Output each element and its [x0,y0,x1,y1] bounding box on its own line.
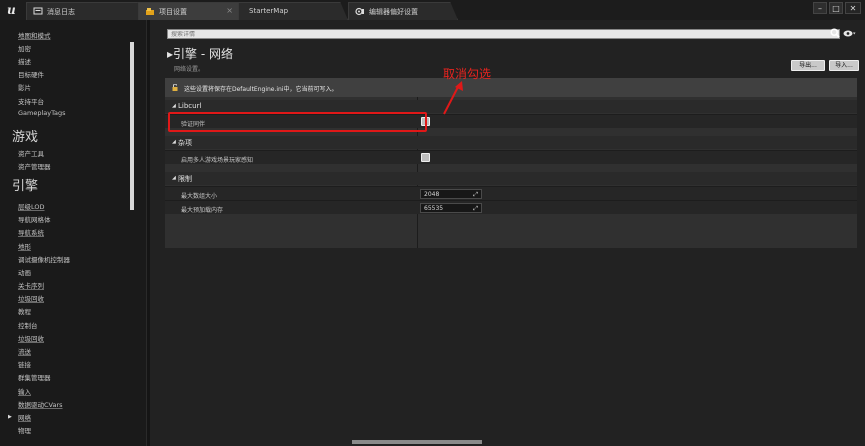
collapse-arrow-icon: ◢ [172,175,176,181]
sidebar-item-movies[interactable]: 影片 [18,82,31,92]
field-value: 2048 [424,191,440,198]
sidebar-section-game: 游戏 [12,130,39,145]
sidebar-section-engine: 引擎 [12,179,39,194]
section-label: 杂项 [178,139,192,147]
editor-preferences-icon [355,7,364,16]
sidebar-item-streaming[interactable]: 流送 [18,346,31,356]
prop-row-max-preload-memory: 最大预加载内存 65535 ⤢ [165,200,857,214]
sidebar-item-input[interactable]: 输入 [18,386,31,396]
close-window-button[interactable]: ✕ [845,2,861,14]
tab-editor-preferences[interactable]: 编辑器偏好设置 [348,2,458,20]
prop-row-max-array-size: 最大数组大小 2048 ⤢ [165,186,857,200]
page-title-text: 引擎 - 网络 [173,47,233,61]
sidebar-item-links[interactable]: 链接 [18,359,31,369]
sidebar-item-hlod[interactable]: 层级LOD [18,201,45,211]
page-subtitle: 网络设置。 [174,66,205,73]
sidebar-item-data-driven-cvars[interactable]: 数据驱动CVars [18,399,63,409]
horizontal-scrollbar[interactable] [352,440,482,444]
settings-sidebar: 地图和模式 加密 描述 目标硬件 影片 支持平台 GameplayTags 游戏… [0,20,147,446]
export-button[interactable]: 导出... [791,60,825,71]
sidebar-item-target-hardware[interactable]: 目标硬件 [18,69,44,79]
drag-handle-icon: ⤢ [473,205,478,212]
search-input[interactable] [168,30,839,39]
sidebar-item-maps-modes[interactable]: 地图和模式 [18,30,51,40]
sidebar-item-asset-tools[interactable]: 资产工具 [18,148,44,158]
sidebar-item-garbage-collection-b[interactable]: 垃圾回收 [18,333,44,343]
tab-message-log[interactable]: 消息日志 [26,2,146,20]
settings-content: 这些设置将保存在DefaultEngine.ini中，它当前可写入。 ◢ Lib… [165,78,857,248]
sidebar-item-nav-mesh[interactable]: 导航网格体 [18,214,51,224]
sidebar-item-garbage-collection-a[interactable]: 垃圾回收 [18,293,44,303]
maximize-button[interactable]: □ [829,2,843,14]
sidebar-item-animation[interactable]: 动画 [18,267,31,277]
title-bar: u 消息日志 项目设置 × StarterMap 编辑器偏好设置 – □ ✕ [0,0,865,20]
sidebar-item-physics[interactable]: 物理 [18,425,31,435]
sidebar-item-gameplay-tags[interactable]: GameplayTags [18,109,66,117]
section-label: Libcurl [178,102,202,110]
collapse-arrow-icon: ◢ [172,139,176,145]
section-label: 限制 [178,175,192,183]
sidebar-item-debug-camera[interactable]: 调试摄像机控制器 [18,254,70,264]
tab-starter-map[interactable]: StarterMap [238,2,348,20]
section-limits[interactable]: ◢ 限制 [165,172,857,185]
drag-handle-icon: ⤢ [473,191,478,198]
project-settings-icon [146,8,154,15]
sidebar-item-nav-system[interactable]: 导航系统 [18,227,44,237]
prop-label: 最大数组大小 [181,193,218,200]
sidebar-item-level-sequence[interactable]: 关卡序列 [18,280,44,290]
notice-text: 这些设置将保存在DefaultEngine.ini中，它当前可写入。 [184,86,338,93]
details-panel: ▸引擎 - 网络 网络设置。 导出... 导入... 这些设置将保存在Defau… [150,20,865,446]
sidebar-item-supported-platforms[interactable]: 支持平台 [18,96,44,106]
empty-area [165,248,857,446]
sidebar-item-network[interactable]: 网络 [18,412,31,422]
expand-arrow-icon: ▶ [8,414,12,420]
minimize-button[interactable]: – [813,2,827,14]
prop-label: 启用多人游戏场景玩家感知 [181,157,254,164]
sidebar-item-encryption[interactable]: 加密 [18,43,31,53]
field-value: 65535 [424,205,444,212]
tab-label: 项目设置 [159,8,187,16]
prop-label: 最大预加载内存 [181,207,224,214]
tab-label: 消息日志 [47,8,75,16]
config-notice: 这些设置将保存在DefaultEngine.ini中，它当前可写入。 [165,78,857,97]
annotation-arrow-icon [443,81,463,115]
max-array-size-field[interactable]: 2048 ⤢ [420,189,482,199]
sidebar-item-cluster-manager[interactable]: 群集管理器 [18,372,51,382]
max-preload-memory-field[interactable]: 65535 ⤢ [420,203,482,213]
collapse-arrow-icon: ◢ [172,103,176,109]
tab-label: 编辑器偏好设置 [369,8,418,16]
tab-project-settings[interactable]: 项目设置 × [138,2,248,20]
sidebar-item-asset-manager[interactable]: 资产管理器 [18,161,51,171]
unreal-logo-icon: u [7,3,16,17]
sidebar-item-tutorials[interactable]: 教程 [18,306,31,316]
page-title: ▸引擎 - 网络 [167,47,233,61]
import-button[interactable]: 导入... [829,60,859,71]
search-icon[interactable] [830,28,840,38]
message-log-icon [33,7,43,15]
unlocked-icon [172,84,178,91]
tab-label: StarterMap [249,7,289,15]
sidebar-item-landscape[interactable]: 地形 [18,241,31,251]
prop-row-multiplayer-awareness: 启用多人游戏场景玩家感知 [165,150,857,164]
sidebar-item-description[interactable]: 描述 [18,56,31,66]
search-bar [167,29,840,39]
multiplayer-awareness-checkbox[interactable] [421,153,430,162]
section-misc[interactable]: ◢ 杂项 [165,136,857,149]
annotation-highlight-box [168,112,427,132]
window-controls: – □ ✕ [813,2,861,15]
close-icon[interactable]: × [226,6,233,15]
sidebar-item-console[interactable]: 控制台 [18,320,38,330]
sidebar-scrollbar[interactable] [130,42,134,210]
eye-visibility-icon[interactable] [843,29,856,38]
